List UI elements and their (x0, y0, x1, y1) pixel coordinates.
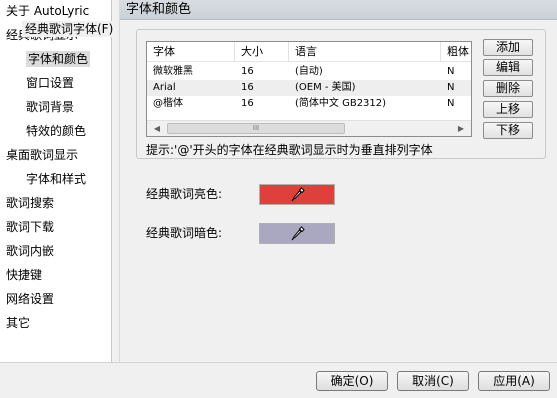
ok-button[interactable]: 确定(O) (316, 371, 388, 391)
cell-font: Arial (153, 82, 176, 93)
nav-item-label: 其它 (6, 316, 31, 330)
section-title: 字体和颜色 (120, 0, 557, 20)
cell-language: (OEM - 美国) (295, 82, 356, 93)
column-header-size[interactable]: 大小 (235, 42, 289, 62)
nav-item-label: 桌面歌词显示 (6, 148, 79, 162)
nav-item-label: 歌词内嵌 (6, 244, 55, 258)
bright-color-label: 经典歌词亮色: (146, 187, 223, 201)
column-header-bold[interactable]: 粗体 (441, 42, 471, 62)
move-up-button[interactable]: 上移 (483, 101, 533, 118)
eyedropper-icon (291, 226, 305, 241)
nav-item-about[interactable]: 关于 AutoLyric (0, 1, 112, 21)
cell-font: 微软雅黑 (153, 66, 193, 77)
nav-item-window-settings[interactable]: 窗口设置 (0, 73, 112, 93)
table-row[interactable]: Arial 16 (OEM - 美国) N (147, 80, 471, 96)
edit-button[interactable]: 编辑 (483, 59, 533, 76)
cell-size: 16 (241, 66, 254, 77)
nav-item-font-color[interactable]: 字体和颜色 (0, 49, 112, 69)
column-header-language[interactable]: 语言 (289, 42, 441, 62)
cell-bold: N (447, 82, 455, 93)
nav-item-hotkeys[interactable]: 快捷键 (0, 265, 112, 285)
dark-color-swatch[interactable] (259, 223, 335, 244)
nav-item-label: 歌词下载 (6, 220, 55, 234)
nav-item-desktop-lyrics[interactable]: 桌面歌词显示 (0, 145, 112, 165)
nav-item-lyrics-download[interactable]: 歌词下载 (0, 217, 112, 237)
table-row[interactable]: 微软雅黑 16 (自动) N (147, 64, 471, 80)
table-header: 字体 大小 语言 粗体 (147, 42, 471, 62)
nav-item-lyrics-background[interactable]: 歌词背景 (0, 97, 112, 117)
cell-font: @楷体 (153, 98, 183, 109)
nav-item-lyrics-embed[interactable]: 歌词内嵌 (0, 241, 112, 261)
cell-bold: N (447, 98, 455, 109)
nav-item-label: 快捷键 (6, 268, 43, 282)
scroll-left-icon[interactable]: ◀ (149, 121, 165, 136)
nav-item-label: 网络设置 (6, 292, 55, 306)
cell-language: (自动) (295, 66, 323, 77)
cell-size: 16 (241, 82, 254, 93)
bright-color-swatch[interactable] (259, 184, 335, 205)
nav-item-effect-colors[interactable]: 特效的颜色 (0, 121, 112, 141)
nav-item-label: 字体和样式 (26, 172, 87, 186)
nav-item-lyrics-search[interactable]: 歌词搜索 (0, 193, 112, 213)
nav-item-other[interactable]: 其它 (0, 313, 112, 333)
delete-button[interactable]: 删除 (483, 80, 533, 97)
nav-item-label: 歌词搜索 (6, 196, 55, 210)
add-button[interactable]: 添加 (483, 39, 533, 56)
dialog-footer: 确定(O) 取消(C) 应用(A) (0, 362, 557, 398)
cell-language: (简体中文 GB2312) (295, 98, 387, 109)
dark-color-label: 经典歌词暗色: (146, 226, 223, 240)
nav-item-label: 窗口设置 (26, 76, 75, 90)
eyedropper-icon (291, 187, 305, 202)
nav-item-font-style[interactable]: 字体和样式 (0, 169, 112, 189)
apply-button[interactable]: 应用(A) (478, 371, 550, 391)
nav-item-network-settings[interactable]: 网络设置 (0, 289, 112, 309)
font-group-label: 经典歌词字体(F) (22, 21, 117, 37)
horizontal-scrollbar[interactable]: ◀ III ▶ (147, 120, 471, 136)
scrollbar-thumb[interactable]: III (167, 123, 345, 134)
nav-item-label: 关于 AutoLyric (6, 4, 90, 18)
cell-bold: N (447, 66, 455, 77)
move-down-button[interactable]: 下移 (483, 122, 533, 139)
font-list-table[interactable]: 字体 大小 语言 粗体 微软雅黑 16 (自动) N Arial 16 (OEM… (146, 41, 472, 137)
column-header-font[interactable]: 字体 (147, 42, 235, 62)
table-row[interactable]: @楷体 16 (简体中文 GB2312) N (147, 96, 471, 112)
nav-item-label: 字体和颜色 (26, 51, 91, 67)
cell-size: 16 (241, 98, 254, 109)
nav-item-label: 特效的颜色 (26, 124, 87, 138)
hint-text: 提示:'@'开头的字体在经典歌词显示时为垂直排列字体 (146, 143, 433, 157)
nav-item-label: 歌词背景 (26, 100, 75, 114)
settings-nav-tree: 关于 AutoLyric 经典歌词显示 字体和颜色 窗口设置 歌词背景 特效的颜… (0, 0, 112, 362)
cancel-button[interactable]: 取消(C) (397, 371, 469, 391)
scroll-right-icon[interactable]: ▶ (453, 121, 469, 136)
